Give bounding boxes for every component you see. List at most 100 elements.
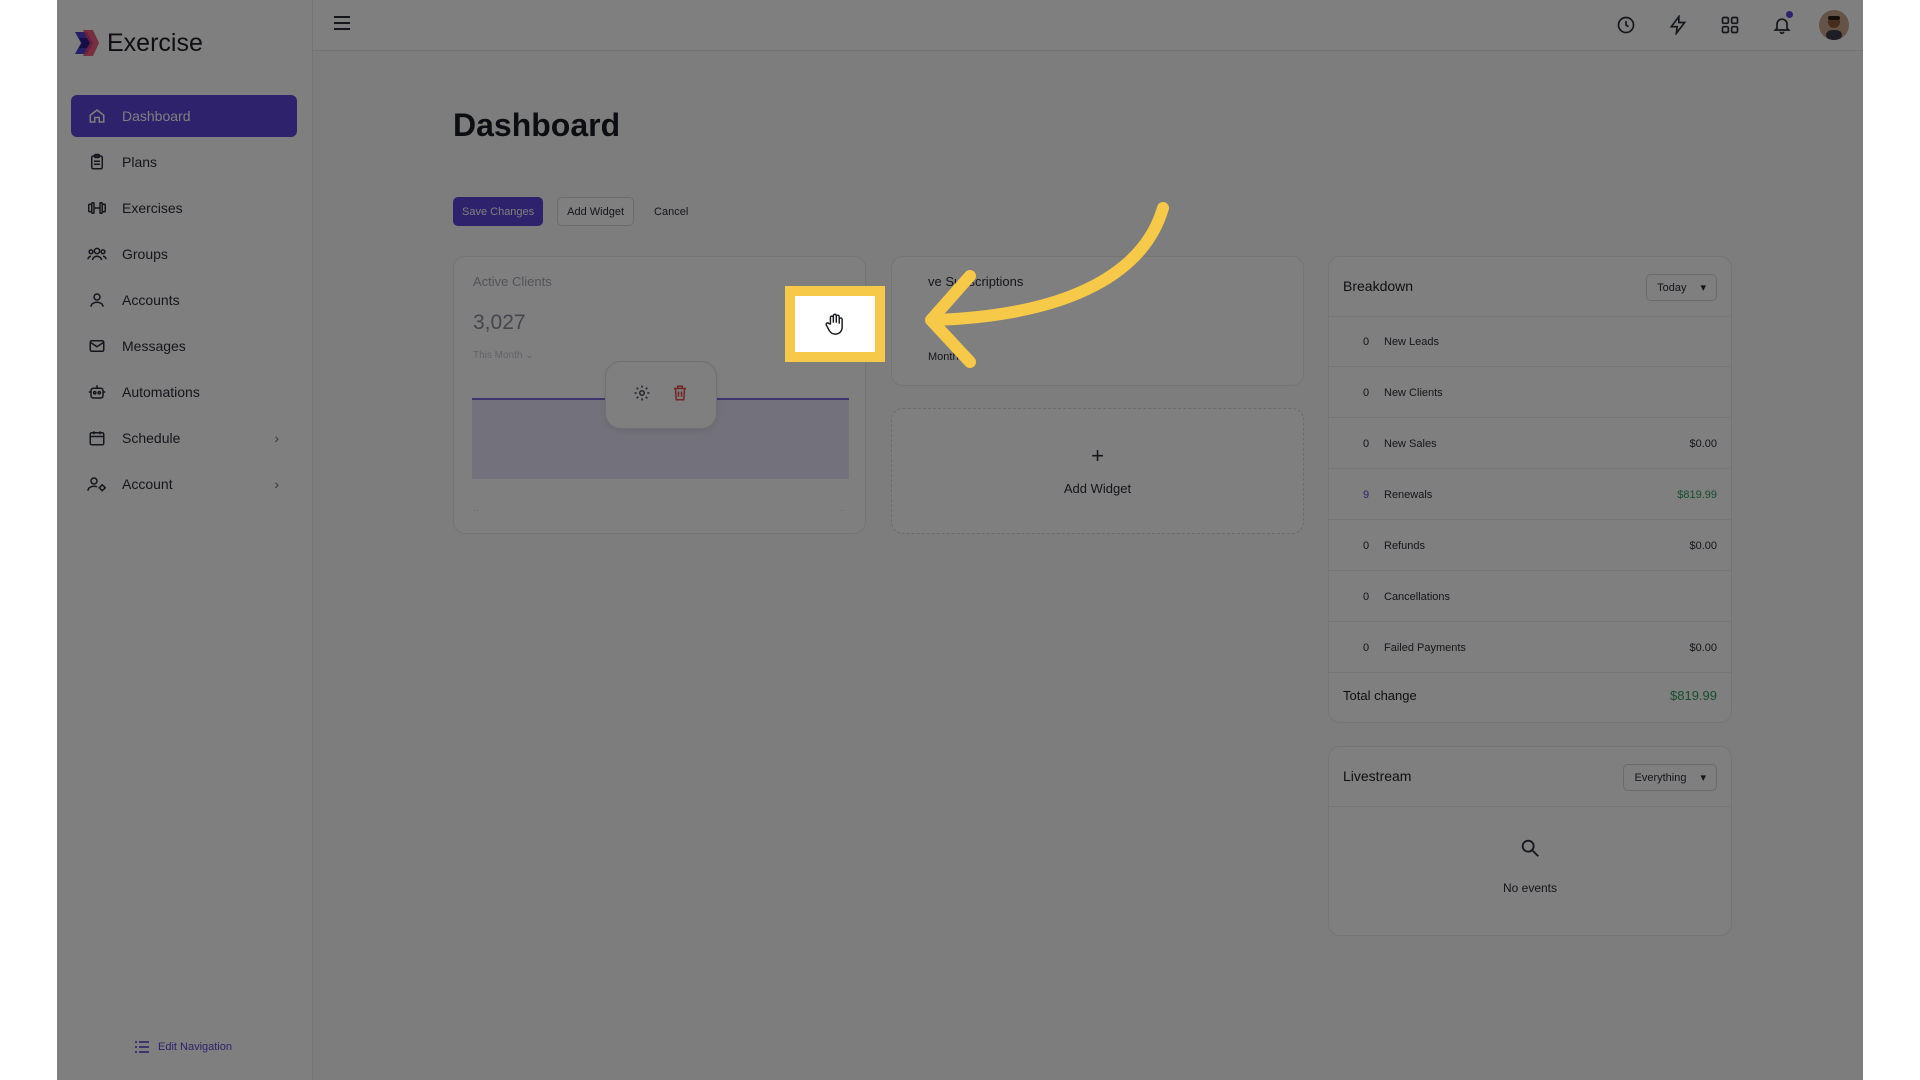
brand[interactable]: Exercise: [73, 28, 203, 58]
row-count: 0: [1363, 336, 1370, 348]
breakdown-row[interactable]: 0 Refunds $0.00: [1329, 521, 1731, 571]
sidebar-item-dashboard[interactable]: Dashboard: [71, 95, 297, 137]
breakdown-row[interactable]: 0 Failed Payments $0.00: [1329, 623, 1731, 673]
user-icon: [86, 289, 108, 311]
row-label: Refunds: [1384, 540, 1425, 552]
widget-range-select[interactable]: This Month ⌄: [473, 350, 534, 361]
breakdown-row[interactable]: 9 Renewals $819.99: [1329, 470, 1731, 520]
breakdown-row[interactable]: 0 New Clients: [1329, 368, 1731, 418]
sidebar-item-automations[interactable]: Automations: [71, 371, 297, 413]
livestream-header: Livestream Everything ▾: [1329, 747, 1731, 807]
row-label: Failed Payments: [1384, 642, 1466, 654]
sidebar-item-label: Automations: [122, 384, 200, 400]
page-title: Dashboard: [453, 107, 621, 143]
livestream-empty-text: No events: [1502, 881, 1558, 895]
breakdown-row[interactable]: 0 Cancellations: [1329, 572, 1731, 622]
drag-handle-highlight[interactable]: [785, 286, 885, 362]
sidebar-item-groups[interactable]: Groups: [71, 233, 297, 275]
notification-dot: [1786, 11, 1793, 18]
calendar-icon: [86, 427, 108, 449]
widget-value: 3,027: [473, 311, 526, 334]
edit-navigation-link[interactable]: Edit Navigation: [134, 1040, 232, 1054]
add-widget-placeholder[interactable]: + Add Widget: [891, 408, 1304, 534]
app-window: Exercise Dashboard Plans Exercises Group…: [57, 0, 1863, 1080]
save-changes-button[interactable]: Save Changes: [453, 197, 544, 226]
widget-actions: [605, 361, 717, 429]
widget-label: Active Clients: [473, 274, 552, 289]
sidebar-item-account[interactable]: Account ›: [71, 463, 297, 505]
livestream-filter-select[interactable]: Everything ▾: [1623, 764, 1717, 791]
exercise-logo-icon: [75, 30, 99, 56]
sidebar-item-schedule[interactable]: Schedule ›: [71, 417, 297, 459]
sidebar-item-label: Messages: [122, 338, 186, 354]
sidebar-item-label: Groups: [122, 246, 168, 262]
sidebar-item-label: Plans: [122, 154, 158, 170]
row-count: 0: [1363, 387, 1370, 399]
breakdown-header: Breakdown Today ▾: [1329, 257, 1731, 317]
sidebar-item-label: Accounts: [122, 292, 180, 308]
row-count: 0: [1363, 642, 1370, 654]
chart-start-label: ··: [473, 505, 479, 515]
chevron-right-icon: ›: [274, 430, 279, 446]
lightning-icon[interactable]: [1663, 10, 1693, 40]
row-amount: $0.00: [1689, 438, 1717, 450]
clipboard-icon: [86, 151, 108, 173]
top-actions: [1611, 10, 1849, 40]
settings-gear-icon[interactable]: [633, 384, 651, 407]
row-amount: $819.99: [1677, 489, 1717, 501]
breakdown-title: Breakdown: [1343, 278, 1414, 294]
mail-icon: [86, 335, 108, 357]
home-icon: [86, 105, 108, 127]
row-label: New Leads: [1384, 336, 1440, 348]
chart-end-label: ··: [840, 505, 846, 515]
topbar: [313, 0, 1863, 51]
row-label: New Sales: [1384, 438, 1437, 450]
sidebar-item-label: Dashboard: [122, 108, 191, 124]
list-icon: [135, 1041, 149, 1053]
row-label: Cancellations: [1384, 591, 1451, 603]
sidebar-item-label: Exercises: [122, 200, 183, 216]
apps-grid-icon[interactable]: [1715, 10, 1745, 40]
users-icon: [86, 243, 108, 265]
sidebar-item-label: Account: [122, 476, 173, 492]
chevron-right-icon: ›: [274, 476, 279, 492]
row-count: 0: [1363, 540, 1370, 552]
add-widget-label: Add Widget: [1063, 481, 1132, 496]
sidebar-item-accounts[interactable]: Accounts: [71, 279, 297, 321]
total-amount: $819.99: [1670, 688, 1717, 703]
breakdown-period-select[interactable]: Today ▾: [1646, 274, 1717, 301]
sidebar-item-label: Schedule: [122, 430, 181, 446]
dashboard-toolbar: Save Changes Add Widget Cancel: [453, 197, 694, 226]
breakdown-row[interactable]: 0 New Sales $0.00: [1329, 419, 1731, 469]
caret-down-icon: ▾: [1700, 772, 1706, 784]
add-widget-button[interactable]: Add Widget: [557, 197, 635, 226]
breakdown-row[interactable]: 0 New Leads: [1329, 317, 1731, 367]
sidebar-item-messages[interactable]: Messages: [71, 325, 297, 367]
breakdown-total: Total change $819.99: [1329, 670, 1731, 722]
sidebar-item-exercises[interactable]: Exercises: [71, 187, 297, 229]
history-icon[interactable]: [1611, 10, 1641, 40]
cancel-button[interactable]: Cancel: [648, 197, 694, 226]
breakdown-panel: Breakdown Today ▾ 0 New Leads 0 New Clients…: [1328, 256, 1732, 723]
livestream-title: Livestream: [1343, 768, 1412, 784]
row-count: 0: [1363, 591, 1370, 603]
sidebar-item-plans[interactable]: Plans: [71, 141, 297, 183]
row-label: New Clients: [1384, 387, 1443, 399]
plus-icon: +: [1091, 443, 1104, 468]
row-label: Renewals: [1384, 489, 1433, 501]
search-icon: [1329, 837, 1731, 859]
pointer-arrow-icon: [925, 202, 1169, 368]
edit-navigation-label: Edit Navigation: [158, 1041, 232, 1053]
sidebar-nav: Dashboard Plans Exercises Groups Account…: [71, 95, 297, 509]
dumbbell-icon: [86, 197, 108, 219]
row-count: 0: [1363, 438, 1370, 450]
bell-icon[interactable]: [1767, 10, 1797, 40]
trash-icon[interactable]: [671, 383, 689, 408]
sidebar: Exercise Dashboard Plans Exercises Group…: [57, 0, 313, 1080]
avatar[interactable]: [1819, 10, 1849, 40]
livestream-panel: Livestream Everything ▾ No events: [1328, 746, 1732, 936]
row-amount: $0.00: [1689, 642, 1717, 654]
total-label: Total change: [1343, 688, 1417, 703]
menu-toggle-icon[interactable]: [333, 15, 351, 36]
user-gear-icon: [86, 473, 108, 495]
